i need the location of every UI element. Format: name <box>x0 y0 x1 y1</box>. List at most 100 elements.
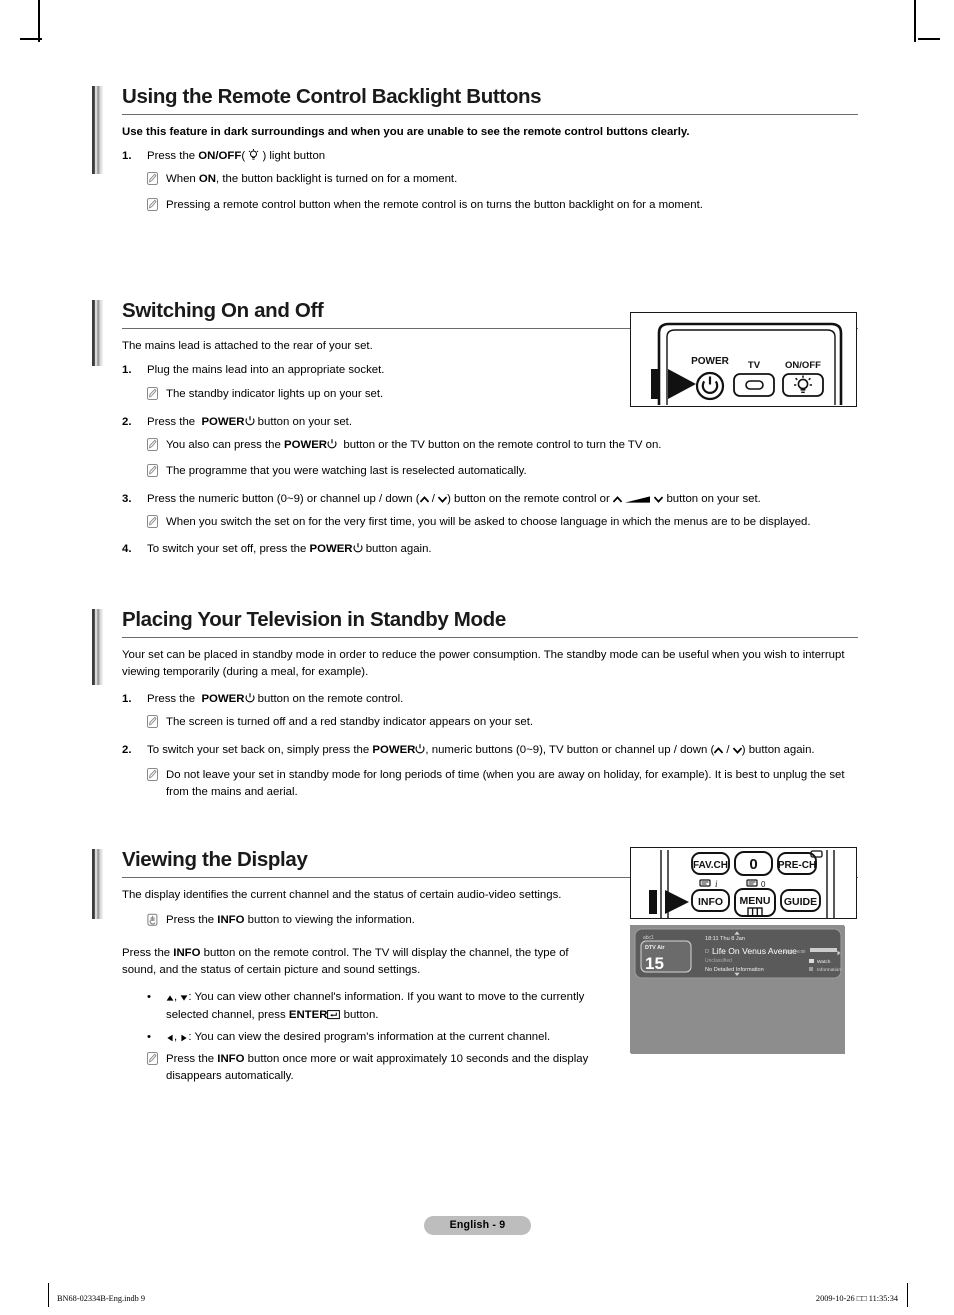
step-number: 2. <box>122 743 132 756</box>
section-title: Using the Remote Control Backlight Butto… <box>122 85 542 108</box>
figure-button-menu: MENU <box>740 895 771 907</box>
step-text: To switch your set off, press the POWER … <box>147 543 432 556</box>
power-icon <box>245 415 255 427</box>
step-text: Press the POWER button on your set. <box>147 415 353 428</box>
note-icon <box>147 437 166 457</box>
step-number: 2. <box>122 415 132 428</box>
figure-button-favch: FAV.CH <box>693 860 728 871</box>
bullet-marker: • <box>147 991 151 1004</box>
osd-progress-bar <box>810 948 837 952</box>
note-icon <box>147 767 166 801</box>
section-rule <box>122 637 858 639</box>
remote-info-illustration: FAV.CH 0 PRE-CH i 0 INFO MENU GUIDE <box>649 850 835 918</box>
bullet-item: • , : You can view the desired program's… <box>122 1029 602 1046</box>
section-lead: Your set can be placed in standby mode i… <box>122 649 845 679</box>
step-number: 1. <box>122 692 132 705</box>
power-icon <box>245 692 255 704</box>
figure-label-power: POWER <box>691 356 730 367</box>
figure-menu-grid-icon <box>747 907 763 917</box>
note-item: The programme that you were watching las… <box>122 463 858 483</box>
note-text: Pressing a remote control button when th… <box>166 199 703 212</box>
section-accent-bar <box>92 609 103 638</box>
bullet-text: , : You can view other channel's informa… <box>166 991 585 1021</box>
chevron-down-icon <box>732 746 742 755</box>
section-accent-bar-body <box>92 637 103 686</box>
section-accent-bar-body <box>92 113 103 174</box>
note-item: Pressing a remote control button when th… <box>122 197 858 217</box>
crop-mark-bottom-left <box>48 1283 49 1307</box>
section-body: The display identifies the current chann… <box>92 877 602 1085</box>
remote-power-illustration: POWER TV ON/OFF <box>651 322 843 405</box>
section-body: Use this feature in dark surroundings an… <box>92 113 858 217</box>
figure-subtitle-icon-info: i <box>699 879 718 889</box>
note-text: Do not leave your set in standby mode fo… <box>166 768 845 798</box>
figure-label-onoff: ON/OFF <box>785 360 821 371</box>
bullet-marker: • <box>147 1030 151 1043</box>
page-number-badge: English - 9 <box>424 1216 531 1235</box>
note-icon <box>147 1051 166 1085</box>
note-text: When you switch the set on for the very … <box>166 516 811 529</box>
step-number: 1. <box>122 150 132 163</box>
osd-service-name: abc1 <box>643 935 654 941</box>
note-item: When you switch the set on for the very … <box>122 514 858 534</box>
note-text: The programme that you were watching las… <box>166 464 527 477</box>
note-icon <box>147 386 166 406</box>
crop-mark-top-right-horizontal <box>918 38 940 40</box>
chevron-up-icon <box>612 495 622 504</box>
svg-text:i: i <box>715 879 718 889</box>
crop-mark-top-right-vertical <box>914 0 916 42</box>
step-number: 1. <box>122 364 132 377</box>
step-text: Press the ON/OFF( ) light button <box>147 149 326 163</box>
section-lead: The display identifies the current chann… <box>122 889 562 901</box>
footer-timestamp: 2009-10-26 □□ 11:35:34 <box>815 1294 898 1303</box>
section-accent-bar-body <box>92 877 103 919</box>
triangle-up-icon <box>166 994 174 1002</box>
osd-dtv-mark: D <box>705 949 709 955</box>
step-number: 4. <box>122 543 132 556</box>
crop-mark-top-left-vertical <box>38 0 40 42</box>
note-text: When ON, the button backlight is turned … <box>166 173 458 186</box>
section-paragraph: Press the INFO button on the remote cont… <box>122 947 569 977</box>
figure-button-info: INFO <box>698 896 723 908</box>
osd-action-information: Information <box>817 967 841 973</box>
figure-remote-power: POWER TV ON/OFF <box>630 312 857 407</box>
power-icon <box>327 438 337 450</box>
step-text: Press the numeric button (0~9) or channe… <box>147 493 761 505</box>
step-number: 3. <box>122 493 132 505</box>
triangle-left-icon <box>166 1034 174 1042</box>
osd-rating: Unclassified <box>705 958 732 964</box>
osd-channel-number: 15 <box>645 954 664 973</box>
osd-illustration: abc1 DTV Air 15 18:11 Thu 8 Jan D Life O… <box>631 926 845 1054</box>
note-icon <box>147 197 166 217</box>
osd-detail: No Detailed Information <box>705 967 764 973</box>
step-item: 1. Press the POWER button on the remote … <box>122 691 858 708</box>
figure-button-guide: GUIDE <box>784 896 817 908</box>
step-item: 3. Press the numeric button (0~9) or cha… <box>122 491 858 508</box>
step-item: 4. To switch your set off, press the POW… <box>122 541 858 558</box>
footer-file-reference: BN68-02334B-Eng.indb 9 <box>57 1294 146 1303</box>
figure-osd-screenshot: abc1 DTV Air 15 18:11 Thu 8 Jan D Life O… <box>630 925 845 1054</box>
note-text: Press the INFO button once more or wait … <box>166 1052 589 1082</box>
step-text: Press the POWER button on the remote con… <box>147 692 404 705</box>
figure-remote-info: FAV.CH 0 PRE-CH i 0 INFO MENU GUIDE <box>630 847 857 919</box>
press-note-text: Press the INFO button to viewing the inf… <box>166 914 415 927</box>
section-remote-backlight: Using the Remote Control Backlight Butto… <box>92 85 858 217</box>
note-item: The screen is turned off and a red stand… <box>122 714 858 734</box>
osd-action-watch: Watch <box>817 959 831 965</box>
keyword-onoff: ON/OFF <box>198 150 242 163</box>
section-title: Placing Your Television in Standby Mode <box>122 608 506 632</box>
svg-text:0: 0 <box>761 880 766 889</box>
figure-lightbulb-icon <box>794 375 812 393</box>
step-text: To switch your set back on, simply press… <box>147 743 815 756</box>
wedge-icon <box>625 495 651 504</box>
section-header: Placing Your Television in Standby Mode <box>92 608 858 638</box>
power-icon <box>353 543 363 554</box>
lightbulb-icon <box>248 149 259 161</box>
section-accent-bar-body <box>92 328 103 367</box>
osd-clock: 18:11 Thu 8 Jan <box>705 936 745 942</box>
note-icon <box>147 514 166 534</box>
enter-icon <box>327 1009 341 1020</box>
chevron-down-icon <box>654 495 664 504</box>
crop-mark-bottom-right <box>907 1283 908 1307</box>
triangle-down-icon <box>180 994 188 1002</box>
